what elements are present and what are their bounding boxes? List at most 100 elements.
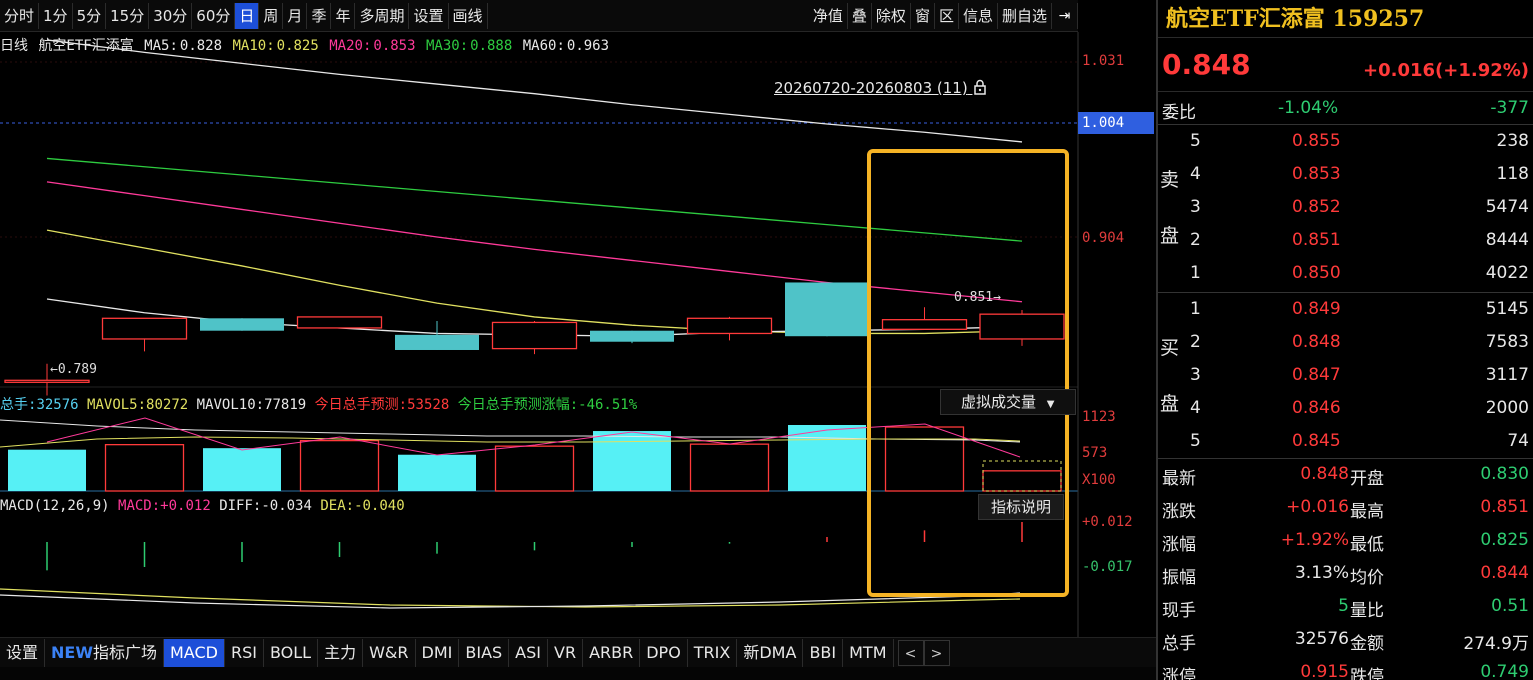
current-price-marker: 1.004 (1078, 112, 1154, 134)
sell-level-row[interactable]: 2 0.851 8444 (1158, 224, 1533, 257)
interval-range[interactable]: 20260720-20260803 (11) (774, 79, 968, 97)
indicator-plaza-tab[interactable]: NEW指标广场 (45, 638, 164, 667)
buy-level-row[interactable]: 4 0.846 2000 (1158, 392, 1533, 425)
ma20-value: 0.853 (373, 38, 416, 54)
toolbar-action-button[interactable]: 净值 (809, 2, 848, 29)
indicator-tab[interactable]: MTM (843, 638, 894, 667)
kline-chart[interactable] (0, 32, 1156, 637)
indicator-tab[interactable]: BOLL (264, 638, 319, 667)
indicator-tab[interactable]: BBI (803, 638, 844, 667)
volume-bar-up (982, 470, 1062, 492)
period-tab[interactable]: 年 (331, 2, 356, 29)
period-tab[interactable]: 季 (307, 2, 332, 29)
ma10-label: MA10: (232, 38, 275, 54)
sell-level-row[interactable]: 1 0.850 4022 (1158, 257, 1533, 290)
level-volume: 5145 (1485, 299, 1529, 319)
price-axis-mid: 0.904 (1082, 230, 1125, 246)
period-tab[interactable]: 多周期 (355, 2, 410, 29)
level-price: 0.850 (1292, 263, 1341, 283)
period-tab[interactable]: 分时 (0, 2, 40, 29)
indicator-tab[interactable]: DMI (416, 638, 460, 667)
volume-bar-up (104, 443, 185, 492)
dea-label: DEA: (320, 498, 355, 514)
price-axis-top: 1.031 (1082, 53, 1125, 69)
level-price: 0.846 (1292, 398, 1341, 418)
level-number: 5 (1190, 131, 1201, 151)
level-price: 0.848 (1292, 332, 1341, 352)
stat-value: 3.13% (1294, 563, 1349, 583)
interval-stats-label[interactable]: 20260720-20260803 (11) (774, 79, 988, 97)
toolbar-action-button[interactable]: 除权 (872, 2, 911, 29)
level-volume: 238 (1496, 131, 1529, 151)
buy-level-row[interactable]: 5 0.845 74 (1158, 425, 1533, 458)
volume-bar-down (398, 454, 476, 491)
toolbar-action-button[interactable]: 区 (935, 2, 959, 29)
volume-legend: 总手:32576 MAVOL5:80272 MAVOL10:77819 今日总手… (0, 394, 637, 414)
indicator-doc-button[interactable]: 指标说明 (978, 494, 1064, 520)
stat-value: 0.51 (1491, 596, 1529, 616)
stat-label: 涨幅 (1162, 535, 1196, 555)
period-tab[interactable]: 画线 (449, 2, 488, 29)
stat-value: +0.016 (1286, 497, 1349, 517)
indicator-tab[interactable]: ASI (509, 638, 548, 667)
diff-value: -0.034 (261, 498, 312, 514)
prev-arrow-icon[interactable]: < (897, 639, 924, 666)
sell-level-row[interactable]: 4 0.853 118 (1158, 158, 1533, 191)
stat-label: 最低 (1350, 535, 1384, 555)
stat-row: 涨幅 +1.92% 最低 0.825 (1158, 524, 1533, 557)
virtual-volume-button[interactable]: 虚拟成交量 ▼ (940, 389, 1076, 415)
weibi-row: 委比 -1.04% -377 (1158, 92, 1533, 125)
mavol5-label: MAVOL5: (87, 397, 147, 413)
period-tab[interactable]: 1分 (39, 2, 73, 29)
next-arrow-icon[interactable]: > (923, 639, 950, 666)
buy-level-row[interactable]: 2 0.848 7583 (1158, 326, 1533, 359)
indicator-tab[interactable]: W&R (363, 638, 416, 667)
indicator-tab[interactable]: DPO (640, 638, 688, 667)
candle-body-up (4, 379, 90, 383)
candle-body-up (296, 316, 383, 329)
level-number: 2 (1190, 332, 1201, 352)
indicator-settings-tab[interactable]: 设置 (0, 638, 46, 667)
sell-level-row[interactable]: 3 0.852 5474 (1158, 191, 1533, 224)
period-tab[interactable]: 5分 (73, 2, 107, 29)
toolbar-action-button[interactable]: 信息 (959, 2, 998, 29)
buy-level-row[interactable]: 3 0.847 3117 (1158, 359, 1533, 392)
period-tab[interactable]: 15分 (106, 2, 150, 29)
ma-stock-name: 航空ETF汇添富 (38, 38, 134, 54)
price-row: 0.848 +0.016(+1.92%) (1158, 38, 1533, 92)
level-number: 5 (1190, 431, 1201, 451)
indicator-tab[interactable]: 主力 (318, 638, 364, 667)
volume-bar-down (593, 431, 671, 491)
stat-label: 均价 (1350, 568, 1384, 588)
stat-value: 5 (1338, 596, 1349, 616)
stat-value: 274.9万 (1463, 634, 1529, 654)
indicator-tab[interactable]: ARBR (583, 638, 641, 667)
indicator-tab[interactable]: TRIX (688, 638, 738, 667)
buy-level-row[interactable]: 1 0.849 5145 (1158, 293, 1533, 326)
volume-bar-up (299, 439, 380, 492)
period-tab[interactable]: 60分 (192, 2, 236, 29)
toolbar-action-button[interactable]: 删自选 (998, 2, 1052, 29)
sell-level-row[interactable]: 5 0.855 238 (1158, 125, 1533, 158)
vol-total: 32576 (36, 397, 79, 413)
indicator-tab[interactable]: MACD (164, 638, 225, 667)
period-tab[interactable]: 月 (283, 2, 308, 29)
period-tab[interactable]: 设置 (409, 2, 449, 29)
collapse-panel-icon[interactable]: ⇥ (1052, 2, 1078, 29)
macd-axis-bottom: -0.017 (1082, 559, 1133, 575)
indicator-tabs: 设置 NEW指标广场 MACD RSI BOLL 主力 W&R DMI BIAS ASI VR A… (0, 637, 1156, 667)
last-price: 0.848 (1162, 48, 1251, 81)
stat-label: 量比 (1350, 601, 1384, 621)
toolbar-action-button[interactable]: 叠 (848, 2, 872, 29)
indicator-tab[interactable]: BIAS (459, 638, 510, 667)
period-tab[interactable]: 周 (259, 2, 284, 29)
period-tab[interactable]: 30分 (149, 2, 193, 29)
lock-icon[interactable] (972, 79, 988, 97)
indicator-tab[interactable]: RSI (225, 638, 264, 667)
toolbar-action-button[interactable]: 窗 (911, 2, 935, 29)
indicator-tab[interactable]: VR (548, 638, 584, 667)
level-number: 1 (1190, 299, 1201, 319)
forecast-label: 今日总手预测: (314, 397, 408, 413)
indicator-tab[interactable]: 新DMA (737, 638, 804, 667)
period-tab[interactable]: 日 (235, 2, 260, 29)
